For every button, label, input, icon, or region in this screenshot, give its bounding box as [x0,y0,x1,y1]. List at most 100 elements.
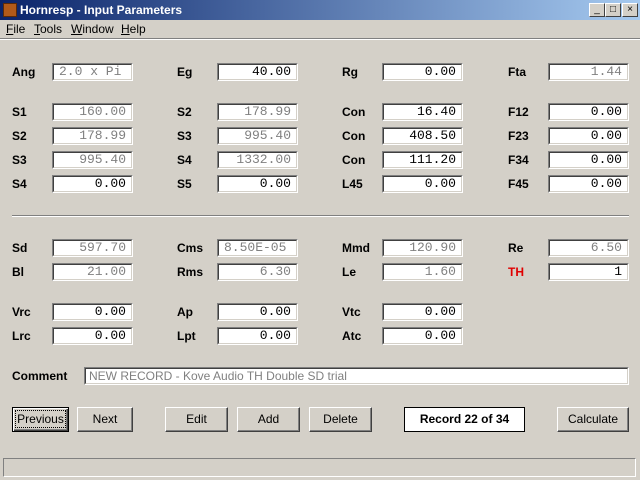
ap-field[interactable]: 0.00 [217,303,298,321]
con2-field[interactable]: 408.50 [382,127,463,145]
lrc-label: Lrc [12,329,31,343]
s3-label: S3 [177,129,192,143]
rg-field[interactable]: 0.00 [382,63,463,81]
con3-field[interactable]: 111.20 [382,151,463,169]
s2b-label: S2 [12,129,27,143]
delete-label: Delete [323,412,358,426]
le-field[interactable]: 1.60 [382,263,463,281]
mmd-value: 120.90 [383,240,462,256]
rms-value: 6.30 [218,264,297,280]
minimize-button[interactable]: _ [589,3,605,17]
f34-value: 0.00 [549,152,628,168]
rms-label: Rms [177,265,204,279]
rms-field[interactable]: 6.30 [217,263,298,281]
s3b-field[interactable]: 995.40 [52,151,133,169]
ang-field[interactable]: 2.0 x Pi [52,63,133,81]
re-field[interactable]: 6.50 [548,239,629,257]
s2b-field[interactable]: 178.99 [52,127,133,145]
th-value: 1 [549,264,628,280]
title-bar[interactable]: Hornresp - Input Parameters _ □ × [0,0,640,20]
l45-field[interactable]: 0.00 [382,175,463,193]
con1-label: Con [342,105,366,119]
menu-bar: File Tools Window Help [0,20,640,38]
eg-label: Eg [177,65,193,79]
app-icon[interactable] [3,3,17,17]
menu-file[interactable]: File [6,22,25,36]
fta-field[interactable]: 1.44 [548,63,629,81]
menu-help[interactable]: Help [121,22,146,36]
menu-window-rest: indow [82,22,114,36]
s3b-value: 995.40 [53,152,132,168]
ang-value: 2.0 x Pi [53,64,132,80]
f45-field[interactable]: 0.00 [548,175,629,193]
f12-value: 0.00 [549,104,628,120]
rg-label: Rg [342,65,358,79]
lpt-field[interactable]: 0.00 [217,327,298,345]
close-button[interactable]: × [622,3,638,17]
s3-field[interactable]: 995.40 [217,127,298,145]
con2-label: Con [342,129,366,143]
delete-button[interactable]: Delete [309,407,372,432]
f23-field[interactable]: 0.00 [548,127,629,145]
s4b-value: 0.00 [53,176,132,192]
bl-label: Bl [12,265,24,279]
edit-button[interactable]: Edit [165,407,228,432]
f34-field[interactable]: 0.00 [548,151,629,169]
bl-field[interactable]: 21.00 [52,263,133,281]
s1-value: 160.00 [53,104,132,120]
menu-tools[interactable]: Tools [34,22,62,36]
previous-button[interactable]: Previous [12,407,69,432]
calculate-button[interactable]: Calculate [557,407,629,432]
add-button[interactable]: Add [237,407,300,432]
cms-label: Cms [177,241,204,255]
lrc-field[interactable]: 0.00 [52,327,133,345]
re-value: 6.50 [549,240,628,256]
s2-value: 178.99 [218,104,297,120]
menu-window-accel: W [71,22,83,36]
next-button[interactable]: Next [77,407,133,432]
comment-field[interactable]: NEW RECORD - Kove Audio TH Double SD tri… [84,367,629,385]
section-divider [12,215,629,217]
bl-value: 21.00 [53,264,132,280]
s2-field[interactable]: 178.99 [217,103,298,121]
vrc-field[interactable]: 0.00 [52,303,133,321]
vtc-value: 0.00 [383,304,462,320]
f12-field[interactable]: 0.00 [548,103,629,121]
comment-label: Comment [12,369,68,383]
s5-value: 0.00 [218,176,297,192]
th-field[interactable]: 1 [548,263,629,281]
ang-label: Ang [12,65,36,79]
con1-field[interactable]: 16.40 [382,103,463,121]
rg-value: 0.00 [383,64,462,80]
cms-field[interactable]: 8.50E-05 [217,239,298,257]
s2-label: S2 [177,105,192,119]
maximize-button[interactable]: □ [605,3,621,17]
menu-help-rest: elp [129,22,146,36]
s1-label: S1 [12,105,27,119]
eg-field[interactable]: 40.00 [217,63,298,81]
l45-label: L45 [342,177,363,191]
lrc-value: 0.00 [53,328,132,344]
vtc-field[interactable]: 0.00 [382,303,463,321]
next-label: Next [92,412,118,426]
s2b-value: 178.99 [53,128,132,144]
f23-value: 0.00 [549,128,628,144]
mmd-field[interactable]: 120.90 [382,239,463,257]
menu-file-rest: ile [13,22,26,36]
ap-label: Ap [177,305,193,319]
s4-value: 1332.00 [218,152,297,168]
s4b-field[interactable]: 0.00 [52,175,133,193]
vtc-label: Vtc [342,305,361,319]
f45-label: F45 [508,177,529,191]
menu-separator [0,38,640,40]
sd-field[interactable]: 597.70 [52,239,133,257]
fta-label: Fta [508,65,526,79]
s5-field[interactable]: 0.00 [217,175,298,193]
atc-label: Atc [342,329,362,343]
s4-field[interactable]: 1332.00 [217,151,298,169]
vrc-value: 0.00 [53,304,132,320]
atc-field[interactable]: 0.00 [382,327,463,345]
menu-window[interactable]: Window [71,22,114,36]
s1-field[interactable]: 160.00 [52,103,133,121]
atc-value: 0.00 [383,328,462,344]
